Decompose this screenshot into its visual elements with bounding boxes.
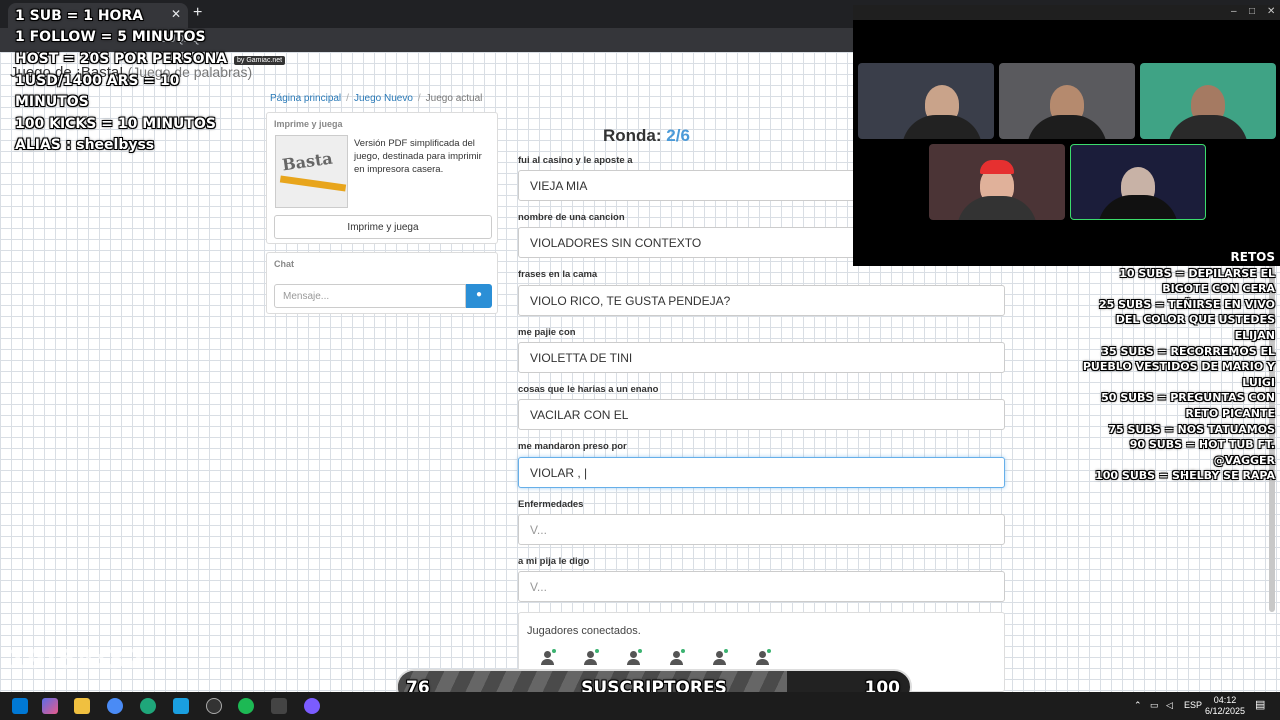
volume-icon[interactable]: ◁ — [1166, 700, 1173, 711]
clock-time: 04:12 — [1213, 695, 1237, 705]
category-input[interactable]: VIOLETTA DE TINI — [518, 342, 1005, 373]
print-panel-header: Imprime y juega — [274, 119, 343, 129]
player-icon — [540, 649, 556, 665]
overlay-line: 1USD/1400 ARS = 10 — [15, 73, 180, 89]
maximize-icon[interactable]: □ — [1249, 6, 1255, 17]
category-label: nombre de una cancion — [518, 212, 625, 223]
webcam-grid: – □ ✕ — [853, 5, 1280, 266]
retos-list: RETOS 10 SUBS = DEPILARSE EL BIGOTE CON … — [1075, 250, 1275, 484]
reto-item: 100 SUBS = SHELBY SE RAPA — [1095, 469, 1275, 483]
overlay-line: ALIAS : sheelbyss — [15, 137, 155, 153]
player-icon — [669, 649, 685, 665]
network-icon[interactable]: ▭ — [1150, 700, 1159, 711]
player-icon — [626, 649, 642, 665]
gamiac-badge[interactable]: by Gamiac.net — [234, 56, 286, 65]
overlay-line: 1 FOLLOW = 5 MINUTOS — [15, 29, 206, 45]
category-label: fui al casino y le aposte a — [518, 155, 633, 166]
round-indicator: Ronda: 2/6 — [603, 126, 690, 146]
breadcrumb-new-game[interactable]: Juego Nuevo — [354, 93, 413, 104]
windows-taskbar: ⌃ ▭ ◁ ESP 04:12 6/12/2025 ▤ — [0, 692, 1280, 720]
overlay-line: HOST = 20S POR PERSONA — [15, 51, 228, 67]
close-icon[interactable]: ✕ — [1267, 6, 1275, 17]
player-icon — [755, 649, 771, 665]
chat-panel: Chat Mensaje... ● — [266, 252, 498, 314]
reto-item: 10 SUBS = DEPILARSE EL BIGOTE CON CERA — [1119, 266, 1275, 296]
player-icon — [712, 649, 728, 665]
start-icon[interactable] — [12, 698, 28, 714]
webcam-tile — [1140, 63, 1276, 139]
new-tab-icon[interactable]: + — [193, 4, 202, 22]
taskbar-clock[interactable]: 04:12 6/12/2025 — [1200, 695, 1250, 717]
chat-header: Chat — [274, 259, 294, 269]
webcam-tile — [858, 63, 994, 139]
print-thumbnail[interactable]: Basta — [275, 135, 348, 208]
copilot-icon[interactable] — [42, 698, 58, 714]
facebook-icon[interactable] — [173, 698, 189, 714]
webcam-tile — [929, 144, 1065, 220]
print-description: Versión PDF simplificada del juego, dest… — [354, 138, 482, 175]
chat-send-button[interactable]: ● — [466, 284, 492, 308]
overlay-line: 1 SUB = 1 HORA — [15, 8, 144, 24]
category-label: me mandaron preso por — [518, 441, 627, 452]
close-icon[interactable]: ✕ — [171, 7, 181, 21]
notification-icon[interactable]: ▤ — [1255, 698, 1265, 711]
chat-bubble-icon: ● — [475, 289, 483, 300]
reto-item: 75 SUBS = NOS TATUAMOS — [1108, 422, 1275, 436]
category-label: a mi pija le digo — [518, 556, 590, 567]
round-number: 2/6 — [666, 126, 690, 145]
category-label: me pajie con — [518, 327, 576, 338]
print-panel: Imprime y juega Basta Versión PDF simpli… — [266, 112, 498, 244]
reto-item: 90 SUBS = HOT TUB FT. @VAGGER — [1129, 438, 1275, 467]
category-input[interactable]: VIOLO RICO, TE GUSTA PENDEJA? — [518, 285, 1005, 316]
category-label: frases en la cama — [518, 269, 598, 280]
webcam-tile — [999, 63, 1135, 139]
clock-date: 6/12/2025 — [1204, 706, 1246, 716]
players-header: Jugadores conectados. — [527, 625, 641, 637]
player-icon — [583, 649, 599, 665]
category-input-active[interactable]: VIOLAR , | — [518, 457, 1005, 488]
file-explorer-icon[interactable] — [74, 698, 90, 714]
breadcrumb: Página principal / Juego Nuevo / Juego actua… — [270, 93, 483, 104]
reto-item: 50 SUBS = PREGUNTAS CON RETO PICANTE — [1101, 391, 1275, 420]
category-label: cosas que le harias a un enano — [518, 384, 659, 395]
spotify-icon[interactable] — [238, 698, 254, 714]
epic-games-icon[interactable] — [271, 698, 287, 714]
category-label: Enfermedades — [518, 499, 584, 510]
chrome-icon[interactable] — [107, 698, 123, 714]
pencil-icon — [279, 175, 347, 192]
retos-title: RETOS — [1230, 250, 1275, 264]
overlay-line: MINUTOS — [15, 94, 89, 110]
category-input[interactable]: V... — [518, 514, 1005, 545]
chat-input[interactable]: Mensaje... — [274, 284, 466, 308]
round-label: Ronda: — [603, 126, 662, 145]
print-button[interactable]: Imprime y juega — [274, 215, 492, 239]
breadcrumb-current: Juego actual — [425, 93, 483, 104]
reto-item: 25 SUBS = TEÑIRSE EN VIVO DEL COLOR QUE … — [1098, 297, 1275, 342]
category-input[interactable]: V... — [518, 571, 1005, 602]
overlay-line: 100 KICKS = 10 MINUTOS — [15, 116, 216, 132]
edge-icon[interactable] — [140, 698, 156, 714]
overlay-timer: 19:54:32 — [8, 645, 146, 675]
reto-item: 35 SUBS = RECORREMOS EL PUEBLO VESTIDOS … — [1082, 344, 1275, 389]
thumbnail-word: Basta — [280, 148, 334, 175]
obs-icon[interactable] — [206, 698, 222, 714]
cam-window-bar: – □ ✕ — [853, 5, 1280, 20]
category-input[interactable]: VACILAR CON EL — [518, 399, 1005, 430]
breadcrumb-home[interactable]: Página principal — [270, 93, 341, 104]
chevron-up-icon[interactable]: ⌃ — [1134, 700, 1142, 711]
webcam-tile-active — [1070, 144, 1206, 220]
minimize-icon[interactable]: – — [1231, 6, 1237, 17]
discord-icon[interactable] — [304, 698, 320, 714]
